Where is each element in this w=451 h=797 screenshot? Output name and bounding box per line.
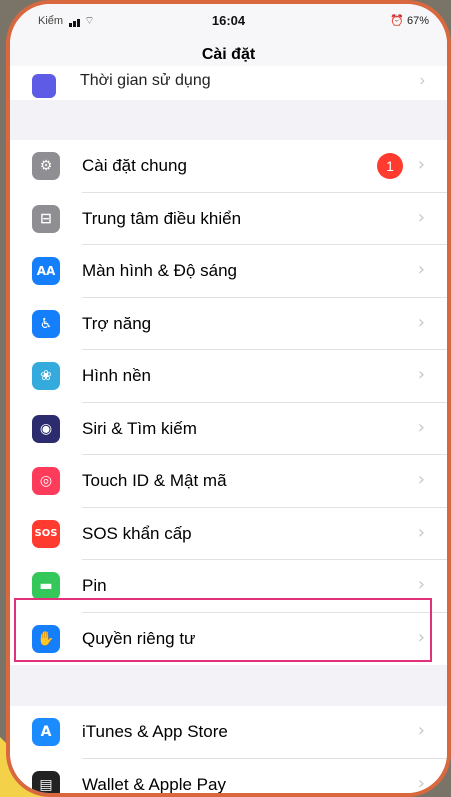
settings-row[interactable]: ⚙ Cài đặt chung 1 ›	[10, 140, 447, 193]
settings-row[interactable]: SOS SOS khẩn cấp ›	[10, 508, 447, 560]
settings-row-label: Pin	[82, 576, 107, 595]
settings-row[interactable]: ⊟ Trung tâm điều khiển ›	[10, 193, 447, 245]
settings-row-label: Wallet & Apple Pay	[82, 774, 226, 794]
chevron-right-icon: ›	[417, 469, 425, 490]
chevron-right-icon: ›	[417, 521, 425, 543]
chevron-right-icon: ›	[417, 259, 425, 280]
settings-row-label: Touch ID & Mật mã	[82, 471, 227, 490]
settings-row[interactable]: ▤ Wallet & Apple Pay ›	[10, 759, 447, 794]
page-title: Cài đặt	[201, 46, 256, 63]
chevron-right-icon: ›	[417, 311, 425, 333]
siri-icon: ◉	[32, 414, 60, 443]
settings-row[interactable]: ◉ Siri & Tìm kiếm ›	[10, 403, 447, 455]
settings-row-label: SOS khẩn cấp	[82, 523, 192, 543]
sos-icon: SOS	[32, 519, 60, 548]
settings-row-label: Siri & Tìm kiếm	[82, 418, 197, 438]
status-time: 16:04	[211, 13, 246, 28]
battery-status: ⏰ 67%	[390, 14, 429, 27]
toggles-icon: ⊟	[32, 204, 60, 233]
chevron-right-icon: ›	[419, 72, 425, 89]
chevron-right-icon: ›	[417, 772, 425, 794]
wallet-icon: ▤	[32, 770, 60, 793]
settings-row-label: Hình nền	[82, 366, 151, 385]
phone-screen: Kiểm ⌔ 16:04 ⏰ 67% Cài đặt Thời gian sử …	[6, 0, 451, 797]
settings-row[interactable]: ♿ Trợ năng ›	[10, 298, 447, 350]
accessibility-icon: ♿	[32, 309, 60, 338]
chevron-right-icon: ›	[417, 154, 425, 175]
alarm-icon: ⏰	[390, 15, 404, 27]
chevron-right-icon: ›	[417, 574, 425, 595]
chevron-right-icon: ›	[417, 416, 425, 438]
list-item-label: Thời gian sử dụng	[80, 72, 211, 89]
settings-row-label: Màn hình & Độ sáng	[82, 261, 237, 280]
settings-row[interactable]: ◎ Touch ID & Mật mã ›	[10, 455, 447, 508]
aa-text-icon: AA	[32, 257, 60, 285]
settings-group-store: AiTunes & App Store › ▤ Wallet & Apple Pay ›	[10, 706, 447, 794]
settings-row-label: Trung tâm điều khiển	[82, 208, 242, 228]
status-bar: Kiểm ⌔ 16:04 ⏰ 67%	[10, 4, 447, 32]
settings-row-label: Cài đặt chung	[82, 156, 187, 175]
notification-badge: 1	[377, 153, 403, 179]
gear-icon: ⚙	[32, 152, 60, 180]
settings-row-label: Trợ năng	[82, 313, 152, 333]
app-store-icon: A	[32, 718, 60, 746]
settings-row-label: iTunes & App Store	[82, 722, 228, 741]
battery-icon: ▬	[32, 572, 60, 600]
highlight-box	[14, 598, 432, 662]
fingerprint-icon: ◎	[32, 467, 60, 495]
battery-percent: 67%	[406, 15, 429, 27]
chevron-right-icon: ›	[417, 206, 425, 228]
list-item-screen-time[interactable]: Thời gian sử dụng ›	[10, 66, 447, 100]
settings-row[interactable]: AiTunes & App Store ›	[10, 706, 447, 759]
flower-icon: ❀	[32, 362, 60, 390]
settings-group-general: ⚙ Cài đặt chung 1 › ⊟ Trung tâm điều khiển › AA…	[10, 140, 447, 665]
chevron-right-icon: ›	[417, 364, 425, 385]
hourglass-icon	[32, 74, 56, 98]
settings-row[interactable]: ❀ Hình nền ›	[10, 350, 447, 403]
chevron-right-icon: ›	[417, 720, 425, 741]
settings-row[interactable]: AA Màn hình & Độ sáng ›	[10, 245, 447, 298]
